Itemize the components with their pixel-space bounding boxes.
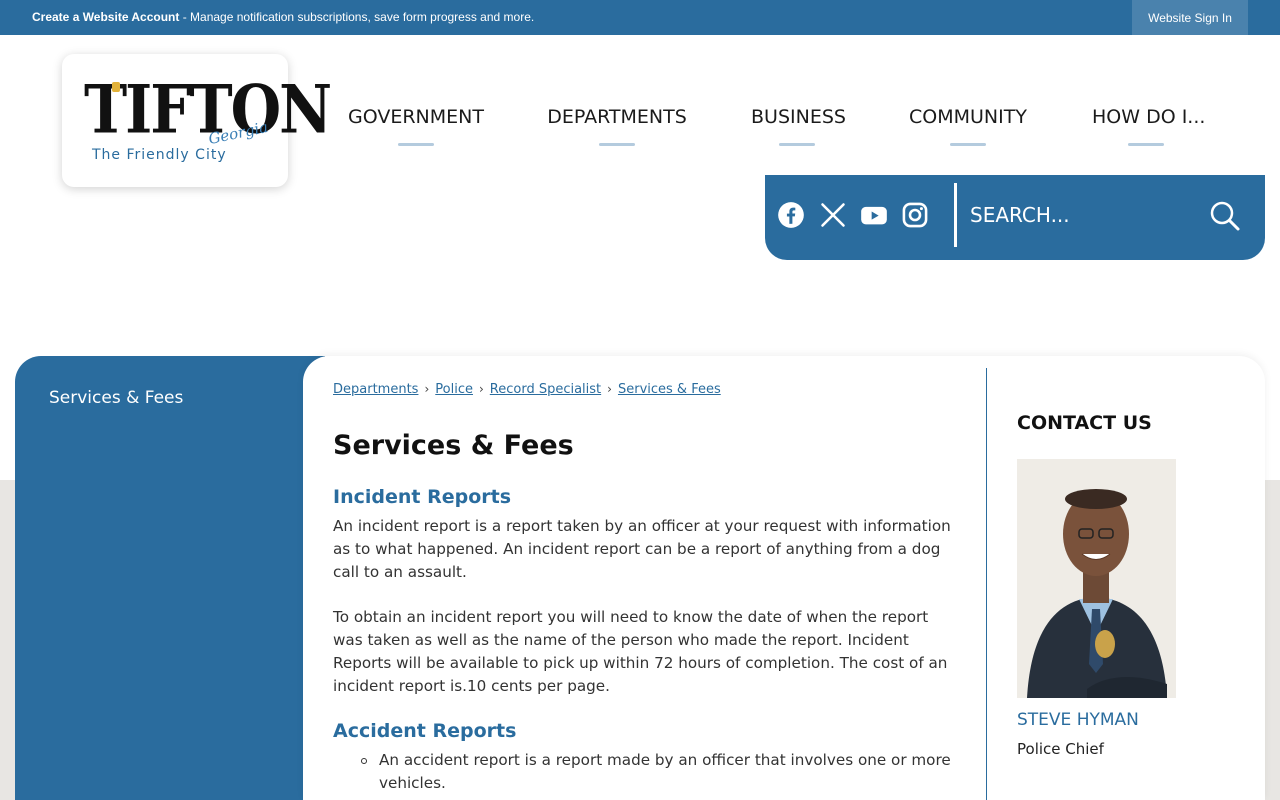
breadcrumb: Departments › Police › Record Specialist › Ser… — [333, 382, 721, 397]
breadcrumb-departments[interactable]: Departments — [333, 382, 418, 397]
site-logo[interactable]: TIFTON Georgia The Friendly City — [62, 54, 332, 187]
search-divider — [954, 183, 957, 247]
youtube-icon[interactable] — [860, 201, 890, 231]
contact-role: Police Chief — [1017, 740, 1104, 758]
accident-bullet-item: An accident report is a report made by a… — [379, 751, 951, 792]
nav-business[interactable]: BUSINESS — [751, 106, 846, 146]
nav-label: HOW DO I... — [1092, 106, 1206, 128]
nav-underline — [599, 143, 635, 146]
sidebar-item-services-fees[interactable]: Services & Fees — [49, 388, 183, 408]
breadcrumb-separator-icon: › — [478, 382, 484, 396]
account-message: Create a Website Account - Manage notifi… — [32, 10, 534, 24]
instagram-icon[interactable] — [901, 201, 931, 231]
contact-name[interactable]: STEVE HYMAN — [1017, 710, 1139, 730]
police-chief-photo — [1017, 459, 1176, 698]
bullet-icon — [361, 758, 367, 764]
incident-paragraph-2: To obtain an incident report you will ne… — [333, 608, 948, 695]
breadcrumb-separator-icon: › — [607, 382, 612, 396]
nav-underline — [1128, 143, 1164, 146]
nav-underline — [950, 143, 986, 146]
top-notification-bar: Create a Website Account - Manage notifi… — [0, 0, 1280, 35]
page-title: Services & Fees — [333, 430, 574, 461]
breadcrumb-record-specialist[interactable]: Record Specialist — [490, 382, 601, 397]
breadcrumb-police[interactable]: Police — [435, 382, 473, 397]
nav-label: BUSINESS — [751, 106, 846, 128]
breadcrumb-separator-icon: › — [424, 382, 430, 396]
x-icon[interactable] — [819, 201, 849, 231]
facebook-icon[interactable] — [777, 201, 807, 231]
account-message-text: - Manage notification subscriptions, sav… — [179, 10, 535, 24]
lamp-post-icon — [112, 82, 120, 92]
nav-government[interactable]: GOVERNMENT — [348, 106, 484, 146]
nav-community[interactable]: COMMUNITY — [906, 106, 1030, 146]
website-sign-in-button[interactable]: Website Sign In — [1132, 0, 1248, 35]
social-search-bar — [765, 175, 1265, 260]
breadcrumb-services-fees[interactable]: Services & Fees — [618, 382, 721, 397]
incident-paragraph-1: An incident report is a report taken by … — [333, 517, 951, 581]
incident-reports-heading: Incident Reports — [333, 486, 512, 508]
accident-reports-heading: Accident Reports — [333, 720, 517, 742]
search-input[interactable] — [970, 197, 1200, 233]
contact-heading: CONTACT US — [1017, 412, 1152, 434]
nav-label: DEPARTMENTS — [547, 106, 687, 128]
nav-label: GOVERNMENT — [348, 106, 484, 128]
logo-tagline: The Friendly City — [92, 147, 227, 163]
search-icon[interactable] — [1209, 200, 1241, 232]
sidebar: Services & Fees — [15, 356, 325, 800]
nav-label: COMMUNITY — [909, 106, 1027, 128]
nav-how-do-i[interactable]: HOW DO I... — [1092, 106, 1205, 146]
create-account-link[interactable]: Create a Website Account — [32, 10, 179, 24]
column-divider — [986, 368, 987, 800]
nav-departments[interactable]: DEPARTMENTS — [547, 106, 687, 146]
nav-underline — [397, 143, 434, 146]
nav-underline — [779, 143, 815, 146]
